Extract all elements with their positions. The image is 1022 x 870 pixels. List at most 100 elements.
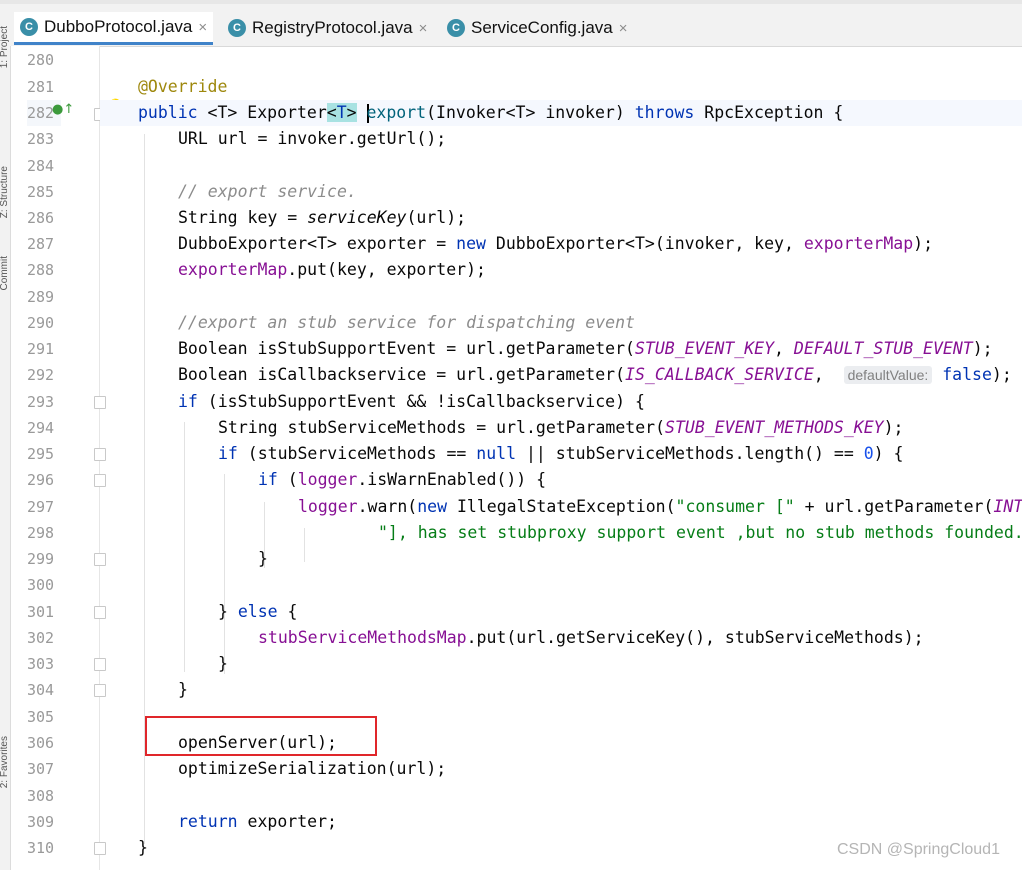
number-token: 0 [863,444,874,463]
line-number: 286 [27,209,55,227]
line-number: 303 [27,655,55,673]
code-line-287: DubboExporter<T> exporter = new DubboExp… [100,231,1022,257]
code-token: (isStubSupportEvent && !isCallbackservic… [197,392,645,411]
side-panel-project[interactable]: 1: Project [0,26,11,68]
code-token: .warn( [357,497,418,516]
code-token: } [178,680,188,699]
line-number: 284 [27,157,55,175]
code-token: <T> Exporter [197,103,327,122]
code-token: } [258,549,268,568]
code-token: } [218,654,228,673]
side-panel-commit[interactable]: Commit [0,256,11,290]
code-token: > [346,103,357,122]
code-token: (Invoker<T> invoker) [426,103,635,122]
code-line-302: stubServiceMethodsMap.put(url.getService… [100,625,1022,651]
code-token: + url.getParameter( [794,497,994,516]
field-token: exporterMap [803,234,914,253]
code-line-293: if (isStubSupportEvent && !isCallbackser… [100,389,1022,415]
keyword-token: throws [634,103,695,122]
code-token: exporter; [237,812,337,831]
code-token: .put(key, exporter); [287,260,486,279]
code-token: , [813,365,844,384]
highlight-box [145,716,377,756]
side-panel-structure[interactable]: Z: Structure [0,166,11,218]
code-line-285: // export service. [100,179,1022,205]
line-number: 291 [27,340,55,358]
code-line-283: URL url = invoker.getUrl(); [100,126,1022,152]
code-line-298: "], has set stubproxy support event ,but… [100,520,1022,546]
tab-service-config[interactable]: C ServiceConfig.java × [441,12,634,44]
code-token: < [326,103,337,122]
line-number: 302 [27,629,55,647]
code-line-297: logger.warn(new IllegalStateException("c… [100,494,1022,520]
field-token: logger [298,497,358,516]
line-number: 293 [27,393,55,411]
line-number: 305 [27,708,55,726]
side-panel-favorites[interactable]: 2: Favorites [0,736,11,788]
override-method-icon[interactable]: ●↑ [52,102,74,117]
code-token: ); [883,418,904,437]
code-token: RpcException { [694,103,844,122]
code-token: ) { [873,444,904,463]
code-token: String key = [178,208,308,227]
line-number: 288 [27,261,55,279]
close-icon[interactable]: × [419,20,428,37]
line-number: 285 [27,183,55,201]
line-number: 290 [27,314,55,332]
line-number-gutter[interactable]: 280 281 282 283 284 285 286 287 288 289 … [11,46,125,870]
line-number: 309 [27,813,55,831]
close-icon[interactable]: × [198,19,207,36]
code-line-290: //export an stub service for dispatching… [100,310,1022,336]
code-line-301: } else { [100,599,1022,625]
tab-label: DubboProtocol.java [44,17,193,36]
code-token: serviceKey [307,208,407,227]
editor-tab-bar: C DubboProtocol.java × C RegistryProtoco… [0,4,1022,47]
code-line-296: if (logger.isWarnEnabled()) { [100,467,1022,493]
code-line-294: String stubServiceMethods = url.getParam… [100,415,1022,441]
code-line-307: optimizeSerialization(url); [100,756,1022,782]
tab-dubbo-protocol[interactable]: C DubboProtocol.java × [14,12,214,45]
code-token: ); [991,365,1012,384]
constant-token: STUB_EVENT_METHODS_KEY [665,418,884,437]
code-token: (url); [406,208,467,227]
field-token: exporterMap [178,260,288,279]
string-token: "consumer [" [675,497,795,516]
string-token: "], has set stubproxy support event ,but… [378,523,1022,542]
code-line-303: } [100,651,1022,677]
line-number: 292 [27,366,55,384]
code-line-299: } [100,546,1022,572]
code-token: .put(url.getServiceKey(), stubServiceMet… [466,628,924,647]
line-number: 296 [27,471,55,489]
keyword-token: if [258,470,278,489]
watermark: CSDN @SpringCloud1 [837,841,1000,858]
tab-registry-protocol[interactable]: C RegistryProtocol.java × [222,12,433,44]
comment-token: // export service. [178,182,357,201]
annotation-token: @Override [138,77,228,96]
keyword-token: false [942,365,992,384]
code-line-282: public <T> Exporter<T> export(Invoker<T>… [100,100,1022,126]
comment-token: //export an stub service for dispatching… [178,313,635,332]
line-number: 297 [27,498,55,516]
line-number: 299 [27,550,55,568]
code-line-291: Boolean isStubSupportEvent = url.getPara… [100,336,1022,362]
code-token: Boolean isStubSupportEvent = url.getPara… [178,339,635,358]
keyword-token: if [178,392,198,411]
line-number: 283 [27,130,55,148]
code-token: IllegalStateException( [447,497,676,516]
parameter-hint: defaultValue: [843,366,933,384]
java-class-icon: C [228,19,246,37]
field-token: logger [297,470,358,489]
constant-token: IS_CALLBACK_SERVICE [625,365,814,384]
close-icon[interactable]: × [619,20,628,37]
keyword-token: new [417,497,448,516]
code-token: optimizeSerialization(url); [178,759,447,778]
code-token: ); [972,339,993,358]
line-number: 281 [27,78,55,96]
line-number: 308 [27,787,55,805]
code-line-292: Boolean isCallbackservice = url.getParam… [100,362,1022,388]
constant-token: STUB_EVENT_KEY [634,339,775,358]
line-number: 301 [27,603,55,621]
code-token: { [277,602,298,621]
keyword-token: public [138,103,198,122]
line-number: 294 [27,419,55,437]
